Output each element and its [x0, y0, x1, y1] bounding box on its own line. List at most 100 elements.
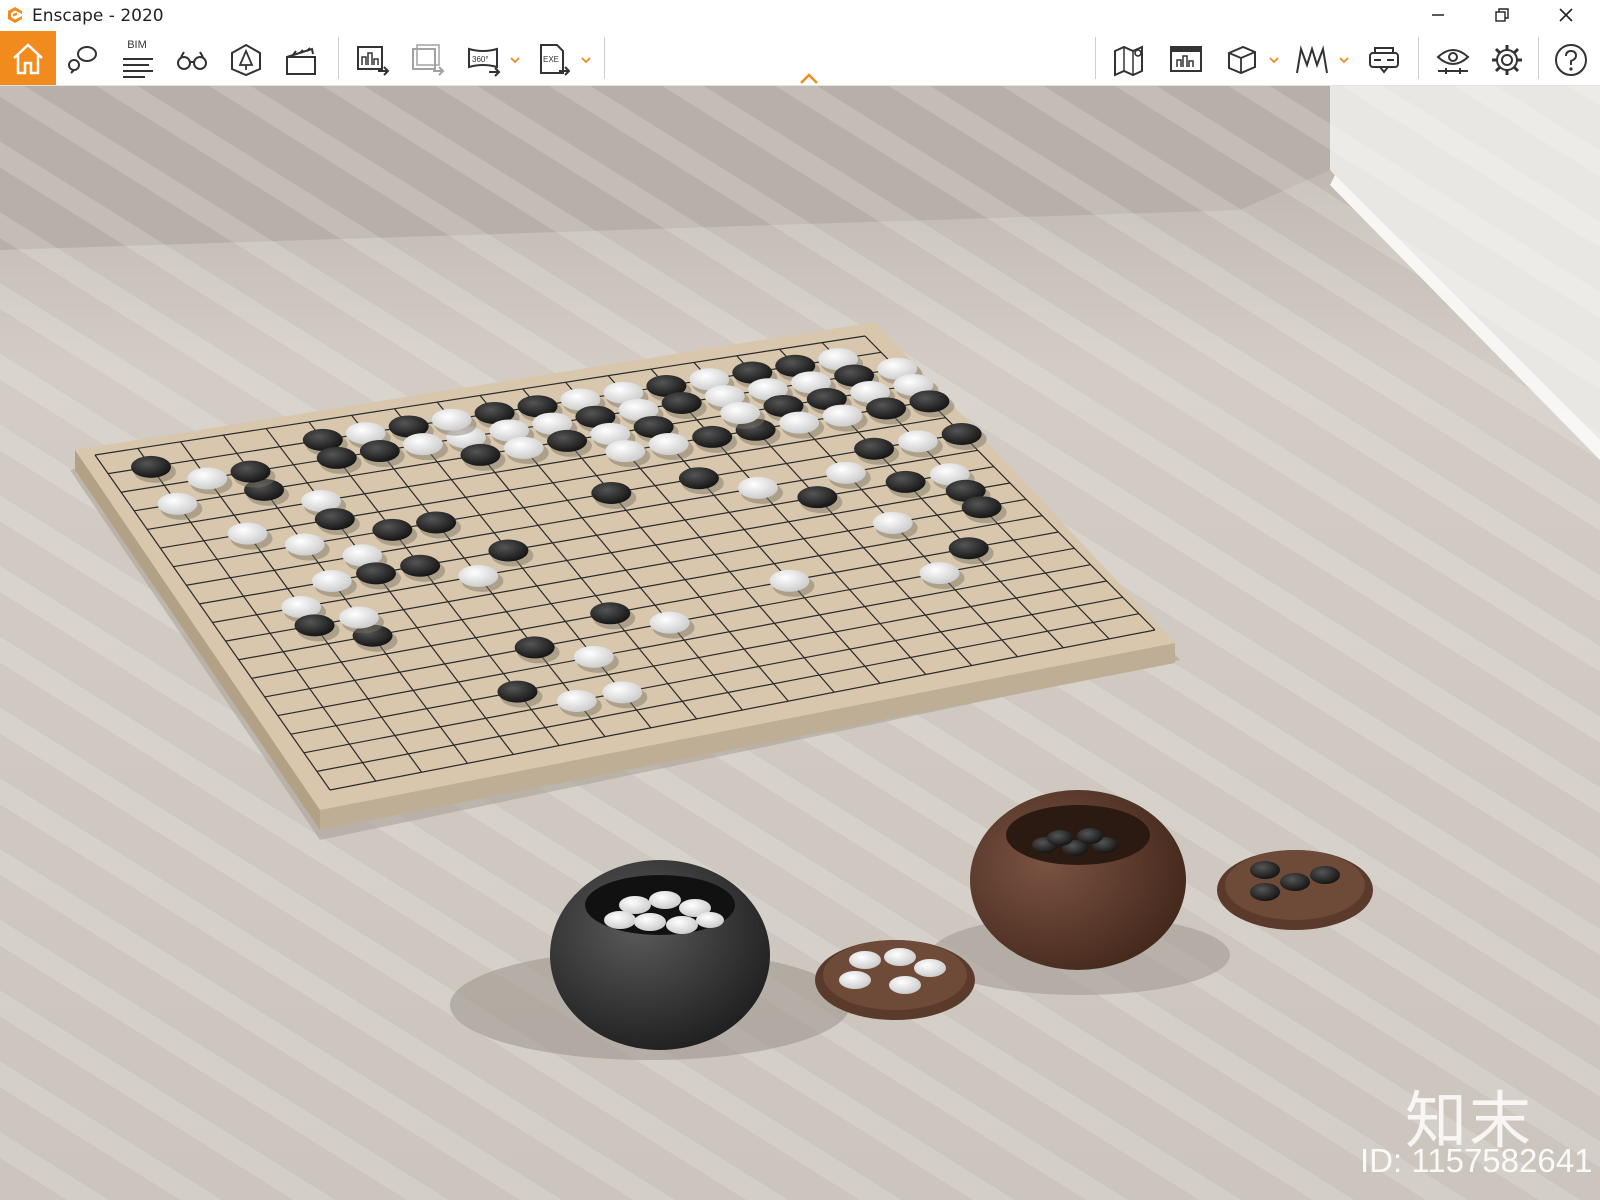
hills-icon: [1296, 45, 1328, 74]
chevron-down-icon[interactable]: [509, 55, 521, 65]
close-icon: [1559, 8, 1573, 22]
black-stone: [488, 539, 529, 562]
toolbar-separator: [604, 37, 605, 79]
white-stone: [779, 411, 820, 434]
title-bar: Enscape - 2020: [0, 0, 1600, 31]
black-stone: [865, 397, 906, 420]
chevron-down-icon[interactable]: [1338, 55, 1350, 65]
white-stone: [402, 433, 443, 456]
settings-button[interactable]: [1484, 37, 1528, 81]
bim-button[interactable]: BIM: [115, 37, 159, 81]
white-stone: [897, 430, 938, 453]
toolbar-separator: [1418, 37, 1419, 79]
close-button[interactable]: [1538, 0, 1594, 31]
black-stone: [416, 511, 457, 534]
black-stone: [941, 423, 982, 445]
eye-settings-icon: [1436, 49, 1470, 74]
help-icon: [1555, 44, 1587, 76]
black-stone: [514, 636, 555, 659]
export-image-button[interactable]: [350, 37, 394, 81]
batch-render-button[interactable]: [405, 37, 449, 81]
asset-library-icon: [231, 43, 261, 77]
white-stone: [311, 570, 352, 593]
web-standalone-button[interactable]: [1163, 37, 1207, 81]
black-stone: [314, 508, 355, 531]
white-stone: [872, 511, 913, 534]
binoculars-button[interactable]: [169, 37, 213, 81]
export-exe-icon: EXE: [540, 44, 571, 76]
chevron-down-icon[interactable]: [1268, 55, 1280, 65]
panorama-360-button[interactable]: 360°: [461, 37, 505, 81]
map-button[interactable]: [1107, 37, 1151, 81]
white-stone: [605, 440, 646, 463]
black-stone: [400, 554, 441, 577]
web-standalone-icon: [1170, 46, 1202, 72]
black-stone: [885, 470, 926, 493]
home-icon: [13, 43, 43, 75]
black-stone: [547, 429, 588, 452]
white-stone: [187, 467, 228, 490]
enscape-logo-icon: [8, 7, 22, 23]
white-stone: [769, 569, 810, 592]
minimize-icon: [1432, 14, 1444, 16]
views-button[interactable]: [59, 37, 103, 81]
black-stone: [661, 391, 702, 414]
vr-headset-icon: [1369, 47, 1399, 74]
restore-button[interactable]: [1474, 0, 1530, 31]
black-stone: [678, 467, 719, 490]
collapse-toolbar-chevron-icon[interactable]: [797, 71, 821, 87]
vr-headset-button[interactable]: [1361, 37, 1405, 81]
white-stone: [602, 681, 643, 704]
white-stone: [919, 562, 960, 585]
white-stone: [157, 492, 198, 515]
render-viewport[interactable]: [0, 86, 1600, 1200]
white-stone: [284, 533, 325, 556]
enscape-toolbar: BIM 360° EXE: [0, 31, 1600, 86]
white-stone: [431, 408, 472, 431]
chevron-down-icon[interactable]: [580, 55, 592, 65]
minimize-button[interactable]: [1410, 0, 1466, 31]
black-stone: [460, 443, 501, 466]
white-stone: [338, 606, 379, 629]
visual-settings-button[interactable]: [1430, 37, 1474, 81]
black-stone: [131, 455, 172, 478]
white-stone: [825, 461, 866, 484]
black-stone: [316, 446, 357, 469]
video-editor-icon: [286, 47, 316, 75]
black-stone: [372, 518, 413, 541]
white-stone: [503, 436, 544, 459]
views-icon: [68, 46, 97, 74]
black-stone: [497, 680, 538, 703]
asset-library-button[interactable]: [223, 37, 267, 81]
gear-icon: [1492, 45, 1522, 75]
batch-render-icon: [412, 44, 445, 76]
cube-icon: [1228, 45, 1256, 75]
help-button[interactable]: [1548, 37, 1592, 81]
lid-white-stones: [815, 940, 975, 1020]
lid-black-stones: [1217, 850, 1373, 930]
white-stone: [458, 565, 499, 587]
video-editor-button[interactable]: [278, 37, 322, 81]
go-scene: [0, 86, 1600, 1200]
black-stone: [294, 614, 335, 637]
black-stone: [797, 486, 838, 509]
window-title: Enscape - 2020: [32, 6, 164, 26]
white-stone: [822, 404, 863, 427]
black-stone: [961, 496, 1002, 519]
export-exe-button[interactable]: EXE: [531, 37, 575, 81]
export-image-icon: [357, 46, 390, 76]
white-stone: [737, 476, 778, 499]
map-icon: [1114, 45, 1143, 77]
white-stone: [649, 611, 690, 634]
white-stone: [556, 689, 597, 712]
black-stone: [590, 602, 631, 625]
cube-button[interactable]: [1219, 37, 1263, 81]
black-stone: [230, 460, 271, 483]
exe-label: EXE: [543, 55, 559, 64]
panorama-360-icon: 360°: [468, 47, 501, 77]
black-stone: [355, 562, 396, 585]
hills-button[interactable]: [1289, 37, 1333, 81]
white-stone: [720, 401, 761, 424]
watermark-image-id: ID: 1157582641: [1360, 1142, 1593, 1179]
home-button[interactable]: [0, 31, 56, 85]
